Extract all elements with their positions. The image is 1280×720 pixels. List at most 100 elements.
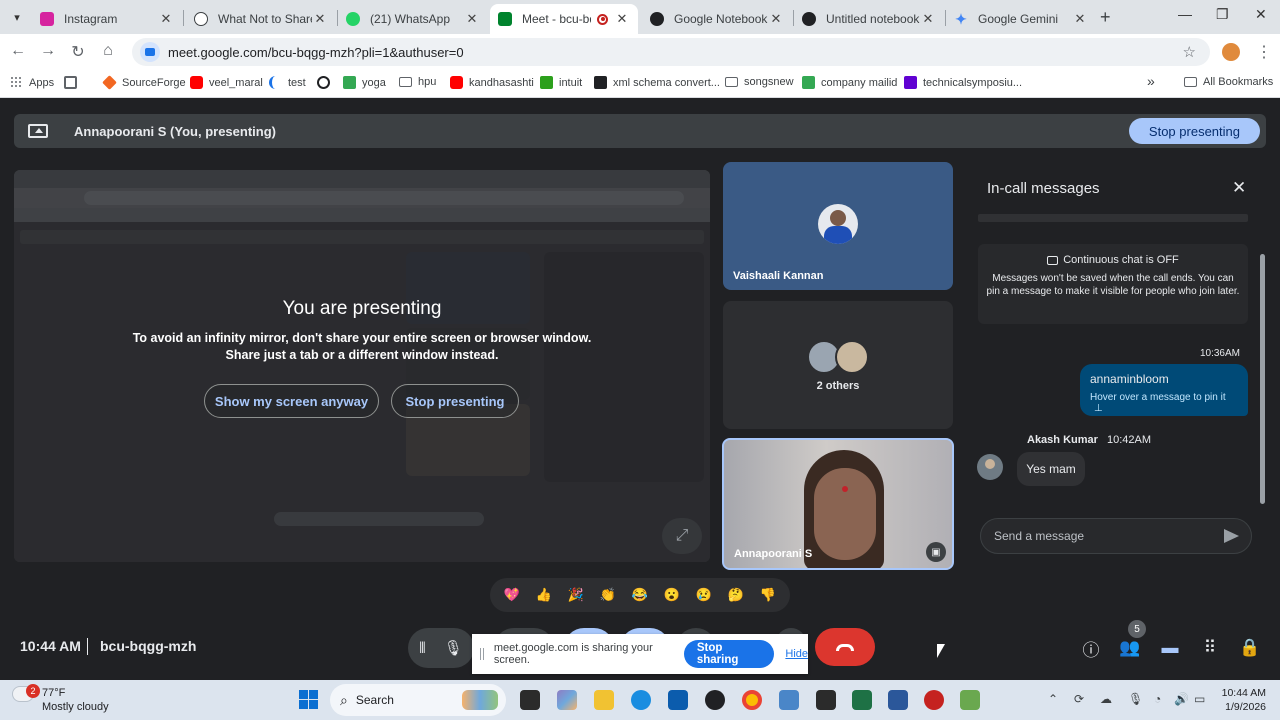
sparkling-heart-reaction[interactable]: 💖 bbox=[500, 583, 524, 607]
bookmark-yoga[interactable]: yoga bbox=[343, 76, 386, 89]
bookmark-hpu[interactable]: hpu bbox=[399, 76, 436, 88]
pip-icon[interactable]: ▣ bbox=[926, 542, 946, 562]
stop-sharing-button[interactable]: Stop sharing bbox=[683, 640, 775, 668]
bookmark-songsnew[interactable]: songsnew bbox=[725, 76, 794, 88]
clock-time[interactable]: 10:44 AM bbox=[1222, 687, 1266, 699]
people-icon[interactable]: 👥 bbox=[1118, 636, 1142, 660]
close-window-icon[interactable]: ✕ bbox=[1255, 6, 1267, 23]
close-icon[interactable]: ✕ bbox=[1232, 178, 1246, 198]
stop-presenting-button[interactable]: Stop presenting bbox=[1128, 118, 1260, 144]
end-call-button[interactable] bbox=[815, 628, 875, 666]
bookmark-kandhasashti[interactable]: kandhasashti bbox=[450, 76, 534, 89]
close-tab-icon[interactable]: ✕ bbox=[312, 11, 328, 27]
cloud-sync-icon[interactable]: ☁ bbox=[1100, 692, 1112, 706]
file-explorer-icon[interactable] bbox=[594, 690, 614, 710]
tab-what-not-to-share[interactable]: What Not to Share ✕ bbox=[186, 4, 336, 34]
windows-start-icon[interactable] bbox=[299, 690, 318, 709]
wifi-icon[interactable]: ◔ bbox=[1154, 692, 1161, 706]
send-message-input[interactable]: Send a message bbox=[980, 518, 1252, 554]
chat-scrollbar[interactable] bbox=[1260, 254, 1265, 504]
expand-icon[interactable]: ⤢ bbox=[662, 518, 702, 554]
weather-condition[interactable]: Mostly cloudy bbox=[42, 701, 109, 713]
hide-link[interactable]: Hide bbox=[785, 648, 808, 660]
new-tab-icon[interactable]: + bbox=[1100, 7, 1111, 28]
bookmark-veel-maral[interactable]: veel_maral bbox=[190, 76, 263, 89]
bookmark-globe[interactable] bbox=[317, 76, 336, 89]
remote-desktop-icon[interactable] bbox=[779, 690, 799, 710]
thumbs-up-reaction[interactable]: 👍 bbox=[532, 583, 556, 607]
meeting-info-icon[interactable]: ⓘ bbox=[1079, 636, 1103, 660]
minimize-icon[interactable]: — bbox=[1178, 6, 1192, 22]
bookmark-apps[interactable]: Apps bbox=[10, 76, 54, 89]
close-tab-icon[interactable]: ✕ bbox=[464, 11, 480, 27]
drag-handle-icon[interactable] bbox=[480, 648, 484, 660]
joy-reaction[interactable]: 😂 bbox=[628, 583, 652, 607]
bookmark-sourceforge[interactable]: SourceForge bbox=[102, 75, 186, 90]
tab-whatsapp[interactable]: (21) WhatsApp ✕ bbox=[338, 4, 488, 34]
bookmark-company-mailid[interactable]: company mailid bbox=[802, 76, 897, 89]
activities-icon[interactable]: ⠿ bbox=[1198, 636, 1222, 660]
store-icon[interactable] bbox=[668, 690, 688, 710]
tab-search-chevron-icon[interactable]: ▾ bbox=[6, 6, 28, 28]
bookmark-grid[interactable] bbox=[64, 76, 83, 89]
volume-icon[interactable]: 🔊 bbox=[1174, 692, 1189, 706]
tab-instagram[interactable]: Instagram ✕ bbox=[32, 4, 182, 34]
excel-icon[interactable] bbox=[852, 690, 872, 710]
tab-notebooklm[interactable]: Google NotebookLM ✕ bbox=[642, 4, 792, 34]
sticky-notes-icon[interactable] bbox=[816, 690, 836, 710]
home-icon[interactable]: ⌂ bbox=[98, 42, 118, 60]
close-tab-icon[interactable]: ✕ bbox=[1072, 11, 1088, 27]
bookmark-star-icon[interactable]: ☆ bbox=[1183, 43, 1196, 61]
tab-untitled-notebook[interactable]: Untitled notebook - ✕ bbox=[794, 4, 944, 34]
party-popper-reaction[interactable]: 🎉 bbox=[564, 583, 588, 607]
reload-icon[interactable]: ↻ bbox=[68, 42, 88, 62]
host-controls-icon[interactable]: 🔒 bbox=[1238, 636, 1262, 660]
audio-level-mic-button[interactable]: ⦀ 🎙 bbox=[408, 628, 474, 668]
microphone-tray-icon[interactable]: 🎙 bbox=[1128, 692, 1143, 706]
clock-date[interactable]: 1/9/2026 bbox=[1225, 701, 1266, 713]
sync-icon[interactable]: ⟳ bbox=[1074, 692, 1084, 706]
chrome-icon[interactable] bbox=[742, 690, 762, 710]
taskbar-search[interactable]: ⌕ Search bbox=[330, 684, 506, 716]
tab-meet[interactable]: Meet - bcu-bqgg ✕ bbox=[490, 4, 638, 34]
my-message-bubble[interactable]: annaminbloom Hover over a message to pin… bbox=[1080, 364, 1248, 416]
forward-icon[interactable]: → bbox=[38, 42, 58, 60]
close-tab-icon[interactable]: ✕ bbox=[158, 11, 174, 27]
bookmark-test[interactable]: test bbox=[269, 76, 306, 89]
sad-reaction[interactable]: 😢 bbox=[692, 583, 716, 607]
copilot-icon[interactable] bbox=[557, 690, 577, 710]
dell-icon[interactable] bbox=[705, 690, 725, 710]
send-icon[interactable] bbox=[1224, 529, 1239, 543]
surprised-reaction[interactable]: 😮 bbox=[660, 583, 684, 607]
acrobat-icon[interactable] bbox=[924, 690, 944, 710]
restore-icon[interactable]: ❐ bbox=[1216, 6, 1229, 23]
received-message-bubble[interactable]: Yes mam bbox=[1017, 452, 1085, 486]
url-input[interactable]: meet.google.com/bcu-bqgg-mzh?pli=1&authu… bbox=[132, 38, 1210, 66]
close-tab-icon[interactable]: ✕ bbox=[614, 11, 630, 27]
chat-icon[interactable]: ▬ bbox=[1158, 636, 1182, 660]
participant-tile-self[interactable]: Annapoorani S ▣ bbox=[722, 438, 954, 570]
more-bookmarks-icon[interactable]: » bbox=[1147, 73, 1155, 89]
bookmark-technicalsymposium[interactable]: technicalsymposiu... bbox=[904, 76, 1022, 89]
show-screen-anyway-button[interactable]: Show my screen anyway bbox=[204, 384, 379, 418]
back-icon[interactable]: ← bbox=[8, 42, 28, 60]
thinking-reaction[interactable]: 🤔 bbox=[724, 583, 748, 607]
bookmark-xml-schema[interactable]: xml schema convert... bbox=[594, 76, 720, 89]
word-icon[interactable] bbox=[888, 690, 908, 710]
weather-temperature[interactable]: 77°F bbox=[42, 687, 65, 699]
show-hidden-icons-icon[interactable]: ⌃ bbox=[1048, 692, 1058, 706]
thumbs-down-reaction[interactable]: 👎 bbox=[756, 583, 780, 607]
site-info-icon[interactable] bbox=[140, 42, 160, 62]
all-bookmarks[interactable]: All Bookmarks bbox=[1184, 76, 1273, 88]
preview-stop-presenting-button[interactable]: Stop presenting bbox=[391, 384, 519, 418]
clapping-reaction[interactable]: 👏 bbox=[596, 583, 620, 607]
close-tab-icon[interactable]: ✕ bbox=[768, 11, 784, 27]
profile-avatar[interactable] bbox=[1222, 43, 1240, 61]
more-menu-icon[interactable]: ⋮ bbox=[1256, 42, 1272, 62]
app-icon[interactable] bbox=[960, 690, 980, 710]
pin-icon[interactable]: ⊥ bbox=[1094, 403, 1103, 414]
tab-gemini[interactable]: ✦ Google Gemini ✕ bbox=[946, 4, 1096, 34]
task-view-icon[interactable] bbox=[520, 690, 540, 710]
participant-tile-others[interactable]: 2 others bbox=[723, 301, 953, 429]
close-tab-icon[interactable]: ✕ bbox=[920, 11, 936, 27]
